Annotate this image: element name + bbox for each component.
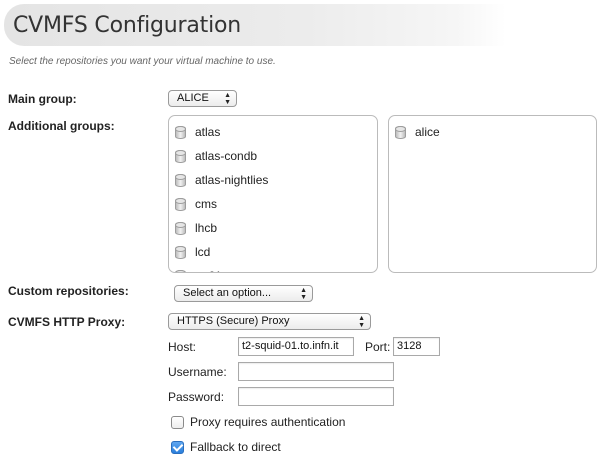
list-item-label: lcd xyxy=(195,245,211,259)
fallback-direct-label: Fallback to direct xyxy=(190,440,281,454)
select-arrows-icon: ▲ ▼ xyxy=(358,315,365,329)
database-icon xyxy=(395,125,406,139)
proxy-auth-checkbox[interactable] xyxy=(171,416,184,429)
list-item-label: na61 xyxy=(195,269,222,272)
selected-groups-list[interactable]: alice xyxy=(388,115,597,273)
list-item[interactable]: atlas-condb xyxy=(175,146,257,166)
database-icon xyxy=(175,125,186,139)
main-group-value: ALICE xyxy=(177,92,209,104)
custom-repositories-label: Custom repositories: xyxy=(8,284,129,298)
list-item[interactable]: lhcb xyxy=(175,218,217,238)
list-item[interactable]: lcd xyxy=(175,242,210,262)
list-item[interactable]: cms xyxy=(175,194,217,214)
list-item-label: atlas-condb xyxy=(195,149,258,163)
additional-groups-label: Additional groups: xyxy=(8,119,115,133)
custom-repositories-value: Select an option... xyxy=(183,287,272,299)
list-item-label: atlas xyxy=(195,125,221,139)
password-input[interactable] xyxy=(238,387,394,406)
list-item[interactable]: na61 xyxy=(175,266,222,272)
proxy-auth-label: Proxy requires authentication xyxy=(190,415,346,429)
page-title: CVMFS Configuration xyxy=(13,13,242,38)
list-item-label: atlas-nightlies xyxy=(195,173,269,187)
password-label: Password: xyxy=(168,390,225,404)
list-item[interactable]: alice xyxy=(395,122,440,142)
username-input[interactable] xyxy=(238,362,394,381)
list-item-label: lhcb xyxy=(195,221,218,235)
port-input[interactable]: 3128 xyxy=(393,337,440,356)
select-arrows-icon: ▲ ▼ xyxy=(300,287,307,301)
database-icon xyxy=(175,245,186,259)
available-groups-list[interactable]: atlas atlas-condb atlas-nightlies cms lh… xyxy=(168,115,378,273)
database-icon xyxy=(175,149,186,163)
list-item-label: alice xyxy=(415,125,440,139)
host-label: Host: xyxy=(168,340,197,354)
main-group-select[interactable]: ALICE ▲ ▼ xyxy=(168,90,237,107)
port-label: Port: xyxy=(365,340,391,354)
proxy-select[interactable]: HTTPS (Secure) Proxy ▲ ▼ xyxy=(168,313,371,330)
database-icon xyxy=(175,221,186,235)
list-item-label: cms xyxy=(195,197,217,211)
custom-repositories-select[interactable]: Select an option... ▲ ▼ xyxy=(174,285,313,302)
fallback-direct-checkbox[interactable] xyxy=(171,441,184,454)
select-arrows-icon: ▲ ▼ xyxy=(224,92,231,106)
page-subtitle: Select the repositories you want your vi… xyxy=(9,56,276,67)
proxy-value: HTTPS (Secure) Proxy xyxy=(177,315,290,327)
page-header: CVMFS Configuration xyxy=(4,4,506,46)
database-icon xyxy=(175,173,186,187)
database-icon xyxy=(175,197,186,211)
username-label: Username: xyxy=(168,365,227,379)
database-icon xyxy=(175,269,186,272)
list-item[interactable]: atlas xyxy=(175,122,220,142)
list-item[interactable]: atlas-nightlies xyxy=(175,170,268,190)
proxy-label: CVMFS HTTP Proxy: xyxy=(8,315,126,329)
main-group-label: Main group: xyxy=(8,92,77,106)
host-input[interactable]: t2-squid-01.to.infn.it xyxy=(238,337,354,356)
